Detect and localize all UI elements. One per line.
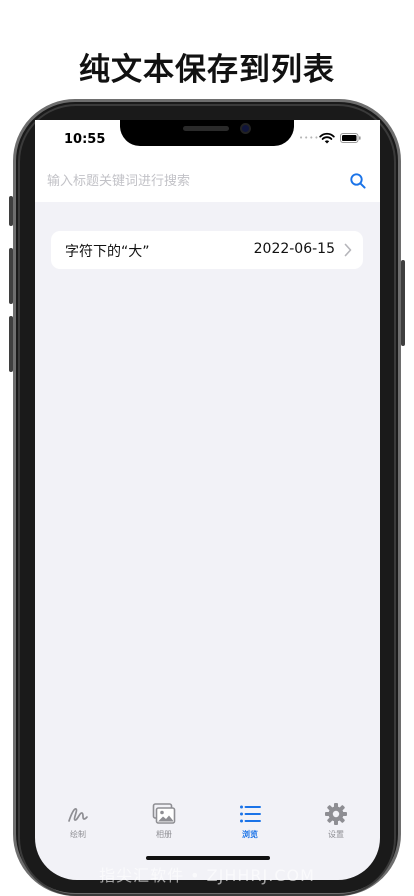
tab-label: 浏览 — [242, 830, 258, 839]
tab-label: 设置 — [328, 830, 344, 839]
signal-dots-icon: •••• — [299, 134, 320, 142]
tab-bar: 绘制 相册 浏览 设置 — [35, 794, 380, 854]
item-title: 字符下的“大” — [65, 244, 150, 260]
tab-label: 绘制 — [70, 830, 86, 839]
gear-icon — [325, 803, 347, 825]
watermark: 指尖汇软件 • ZJHHRJ.COM — [99, 866, 315, 885]
tab-settings[interactable]: 设置 — [293, 794, 379, 844]
wifi-icon — [319, 132, 335, 144]
speaker-grille — [183, 126, 229, 131]
tab-browse[interactable]: 浏览 — [207, 794, 293, 844]
search-icon[interactable] — [349, 172, 367, 190]
status-time: 10:55 — [64, 132, 106, 147]
album-icon — [152, 803, 176, 824]
tab-album[interactable]: 相册 — [121, 794, 207, 844]
headline: 纯文本保存到列表 — [79, 52, 335, 88]
tab-label: 相册 — [156, 830, 172, 839]
notch — [120, 120, 294, 146]
list-icon — [240, 805, 261, 823]
front-camera — [240, 123, 251, 134]
search-input[interactable] — [47, 166, 337, 196]
power-button — [401, 260, 405, 346]
chevron-right-icon — [344, 243, 352, 257]
search-bar — [35, 162, 380, 200]
item-date: 2022-06-15 — [253, 241, 335, 257]
list-item[interactable]: 字符下的“大” 2022-06-15 — [51, 231, 363, 269]
battery-icon — [340, 133, 361, 143]
draw-icon — [68, 808, 88, 822]
tab-draw[interactable]: 绘制 — [35, 794, 121, 844]
home-indicator — [146, 856, 270, 860]
